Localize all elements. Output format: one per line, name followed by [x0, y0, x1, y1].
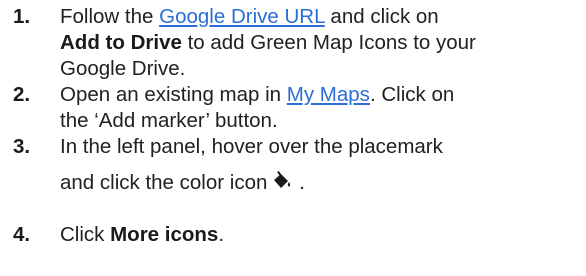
text: . — [293, 171, 305, 194]
step-line: Google Drive. — [60, 57, 186, 80]
step-number: 1. — [13, 5, 31, 28]
step-text: Open an existing map in My Maps. Click o… — [60, 82, 580, 134]
step-text: In the left panel, hover over the placem… — [60, 134, 580, 196]
text: . — [218, 223, 225, 246]
step-line: Add to Drive to add Green Map Icons to y… — [60, 30, 580, 56]
paint-bucket-icon — [271, 171, 293, 191]
step-number: 3. — [13, 135, 31, 158]
step-number: 2. — [13, 83, 31, 106]
step-line: and click the color icon . — [60, 170, 580, 196]
google-drive-url-link[interactable]: Google Drive URL — [159, 5, 325, 28]
my-maps-link[interactable]: My Maps — [287, 83, 370, 106]
more-icons-label: More icons — [110, 223, 219, 246]
step-text: Follow the Google Drive URL and click on… — [60, 4, 580, 82]
step-line: In the left panel, hover over the placem… — [60, 135, 443, 158]
step-line: Follow the Google Drive URL and click on — [60, 4, 580, 30]
step-text: Click More icons. — [60, 222, 580, 248]
step-line: Click More icons. — [60, 222, 580, 248]
text: to add Green Map Icons to your — [181, 31, 476, 54]
text: Follow the — [60, 5, 160, 28]
text: Open an existing map in — [60, 83, 287, 106]
step-line: Open an existing map in My Maps. Click o… — [60, 82, 580, 108]
step-number: 4. — [13, 223, 31, 246]
add-to-drive-label: Add to Drive — [60, 31, 182, 54]
text: and click on — [324, 5, 439, 28]
text: Click — [60, 223, 111, 246]
step-line: the ‘Add marker’ button. — [60, 109, 278, 132]
instruction-steps: 1. Follow the Google Drive URL and click… — [0, 0, 586, 276]
text: and click the color icon — [60, 171, 268, 194]
text: . Click on — [369, 83, 455, 106]
